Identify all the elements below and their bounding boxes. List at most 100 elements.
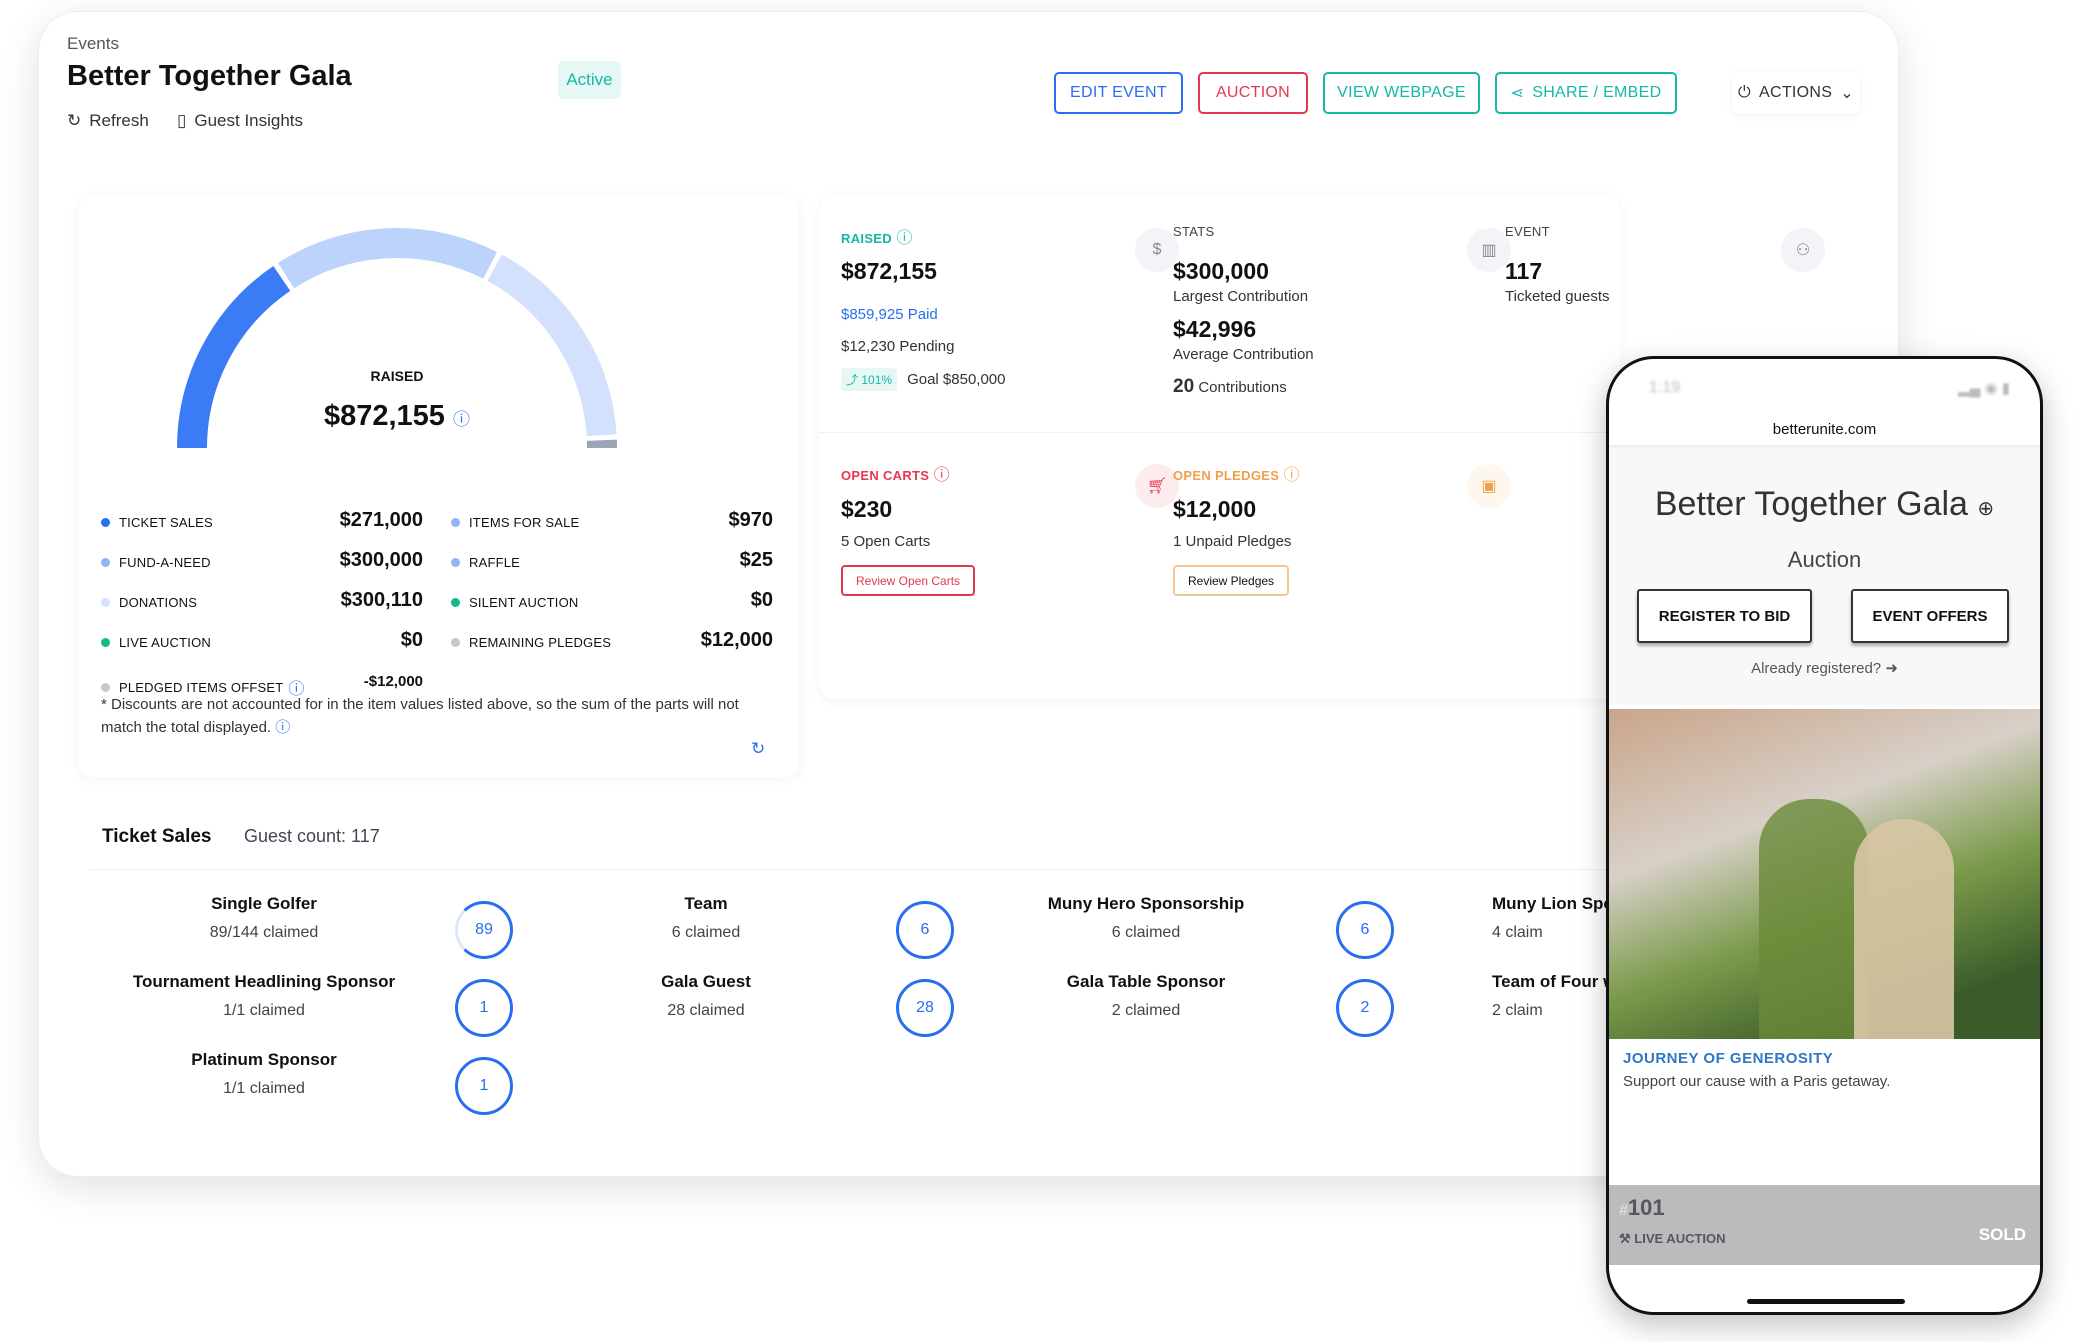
event-offers-button[interactable]: EVENT OFFERS (1851, 589, 2009, 643)
share-label: SHARE / EMBED (1532, 84, 1662, 101)
view-webpage-button[interactable]: VIEW WEBPAGE (1323, 72, 1480, 114)
ticket-name: Team (684, 894, 728, 913)
gavel-icon: ⚒ (1619, 1231, 1631, 1246)
info-icon[interactable]: ⓘ (453, 410, 470, 429)
ticket-name: Platinum Sponsor (191, 1050, 337, 1069)
ticket-claimed: 2 claimed (1111, 1002, 1181, 1019)
breakdown-item: REMAINING PLEDGES (451, 635, 611, 650)
guest-insights-label: Guest Insights (194, 111, 304, 130)
breakdown-value: -$12,000 (363, 673, 423, 690)
sold-label: SOLD (1978, 1225, 2026, 1244)
ticket-claimed: 89/144 claimed (209, 924, 319, 941)
breakdown-item: FUND-A-NEED (101, 555, 211, 570)
legend-dot (451, 598, 460, 607)
legend-dot (451, 518, 460, 527)
ticket-name: Single Golfer (211, 894, 317, 913)
actions-dropdown[interactable]: ⏻ ACTIONS ⌄ (1732, 72, 1860, 114)
refresh-icon: ↻ (67, 111, 82, 130)
ticket-claimed: 6 claimed (1111, 924, 1181, 941)
register-to-bid-button[interactable]: REGISTER TO BID (1637, 589, 1812, 643)
item-number: #101 (1619, 1195, 1665, 1220)
item-description: Support our cause with a Paris getaway. (1623, 1073, 1891, 1090)
ticket-type[interactable]: Platinum Sponsor 1/1 claimed (74, 1050, 454, 1098)
ticket-count-ring: 89 (455, 901, 513, 959)
stats-card: RAISED ⓘ $ $872,155 $859,925 Paid $12,23… (820, 196, 1620, 699)
unpaid-pledges-count: 1 Unpaid Pledges (1173, 533, 1292, 550)
user-icon: ⚇ (1781, 228, 1825, 272)
largest-contribution-label: Largest Contribution (1173, 288, 1309, 305)
raised-label: RAISED ⓘ (841, 230, 913, 247)
gauge-value: $872,155 ⓘ (323, 400, 471, 432)
info-icon[interactable]: ⓘ (1284, 467, 1300, 484)
ticket-sales-title: Ticket Sales (102, 826, 212, 847)
ticket-name: Tournament Headlining Sponsor (132, 972, 396, 991)
breakdown-item: RAFFLE (451, 555, 520, 570)
gauge-label: RAISED (370, 368, 424, 384)
ticket-count-ring: 28 (896, 979, 954, 1037)
share-embed-button[interactable]: ⋖ SHARE / EMBED (1495, 72, 1677, 114)
ticket-name: Gala Guest (661, 972, 751, 991)
reload-icon[interactable]: ↻ (751, 739, 765, 759)
ticket-type[interactable]: Tournament Headlining Sponsor 1/1 claimed (74, 972, 454, 1020)
refresh-button[interactable]: ↻ Refresh (67, 111, 149, 131)
ticket-type[interactable]: Gala Table Sponsor 2 claimed (956, 972, 1336, 1020)
ticket-count-ring: 1 (455, 1057, 513, 1115)
guest-count: Guest count: 117 (244, 826, 380, 846)
gauge-segment (277, 228, 497, 289)
ticket-type[interactable]: Muny Hero Sponsorship 6 claimed (956, 894, 1336, 942)
already-registered-link[interactable]: Already registered? ➜ (1609, 659, 2040, 677)
auction-button[interactable]: AUCTION (1198, 72, 1308, 114)
info-icon[interactable]: ⓘ (896, 230, 912, 247)
guest-insights-button[interactable]: ▯ Guest Insights (177, 111, 303, 131)
breakdown-value: $970 (728, 509, 774, 531)
home-indicator (1747, 1299, 1905, 1304)
raised-breakdown-card: RAISED $872,155 ⓘ TICKET SALES $271,000 FU… (79, 196, 799, 777)
breakdown-item: LIVE AUCTION (101, 635, 211, 650)
breakdown-value: $0 (400, 629, 423, 651)
refresh-label: Refresh (89, 111, 149, 130)
ticket-type[interactable]: Single Golfer 89/144 claimed (74, 894, 454, 942)
review-open-carts-button[interactable]: Review Open Carts (841, 565, 976, 596)
open-pledges-label: OPEN PLEDGES ⓘ (1173, 467, 1300, 484)
item-status-bar: #101 ⚒ LIVE AUCTION SOLD (1609, 1185, 2040, 1265)
item-type: ⚒ LIVE AUCTION (1619, 1231, 1726, 1246)
open-carts-value: $230 (841, 496, 893, 522)
mobile-preview: 1:19 ▂▄ ◉ ▮ betterunite.com Better Toget… (1606, 356, 2043, 1315)
ticket-claimed: 1/1 claimed (223, 1080, 305, 1097)
discount-note: * Discounts are not accounted for in the… (101, 696, 739, 736)
legend-dot (101, 598, 110, 607)
ticket-count-ring: 1 (455, 979, 513, 1037)
url-bar[interactable]: betterunite.com (1609, 421, 2040, 438)
item-photo[interactable] (1609, 709, 2040, 1039)
ticket-type[interactable]: Team 6 claimed (516, 894, 896, 942)
report-icon: ▯ (177, 111, 187, 130)
breakdown-value: $0 (750, 589, 773, 611)
open-pledges-value: $12,000 (1173, 496, 1257, 522)
breakdown-value: $25 (739, 549, 773, 571)
average-contribution: $42,996 (1173, 316, 1257, 342)
legend-dot (451, 558, 460, 567)
average-contribution-label: Average Contribution (1173, 346, 1314, 363)
goal-label: Goal $850,000 (907, 371, 1006, 388)
ticket-count-ring: 2 (1336, 979, 1394, 1037)
open-carts-label: OPEN CARTS ⓘ (841, 467, 950, 484)
edit-event-button[interactable]: EDIT EVENT (1054, 72, 1183, 114)
chevron-down-icon: ⌄ (1840, 85, 1854, 102)
breakdown-value: $271,000 (339, 509, 423, 531)
legend-dot (101, 682, 110, 692)
arrow-circle-icon: ⊕ (1977, 498, 1995, 520)
contributions-count: 20 Contributions (1173, 376, 1287, 397)
raised-paid: $859,925 Paid (841, 306, 938, 323)
review-pledges-button[interactable]: Review Pledges (1173, 565, 1290, 596)
phone-subtitle: Auction (1787, 547, 1862, 572)
pledge-icon: ▣ (1467, 464, 1511, 508)
breadcrumb[interactable]: Events (67, 34, 119, 54)
info-icon[interactable]: ⓘ (275, 719, 290, 736)
ticket-claimed: 6 claimed (671, 924, 741, 941)
open-carts-count: 5 Open Carts (841, 533, 931, 550)
goal-row: ⤴ 101% Goal $850,000 (841, 368, 1005, 391)
info-icon[interactable]: ⓘ (934, 467, 950, 484)
ticket-name: Muny Hero Sponsorship (1047, 894, 1245, 913)
breakdown-value: $12,000 (700, 629, 773, 651)
ticket-type[interactable]: Gala Guest 28 claimed (516, 972, 896, 1020)
